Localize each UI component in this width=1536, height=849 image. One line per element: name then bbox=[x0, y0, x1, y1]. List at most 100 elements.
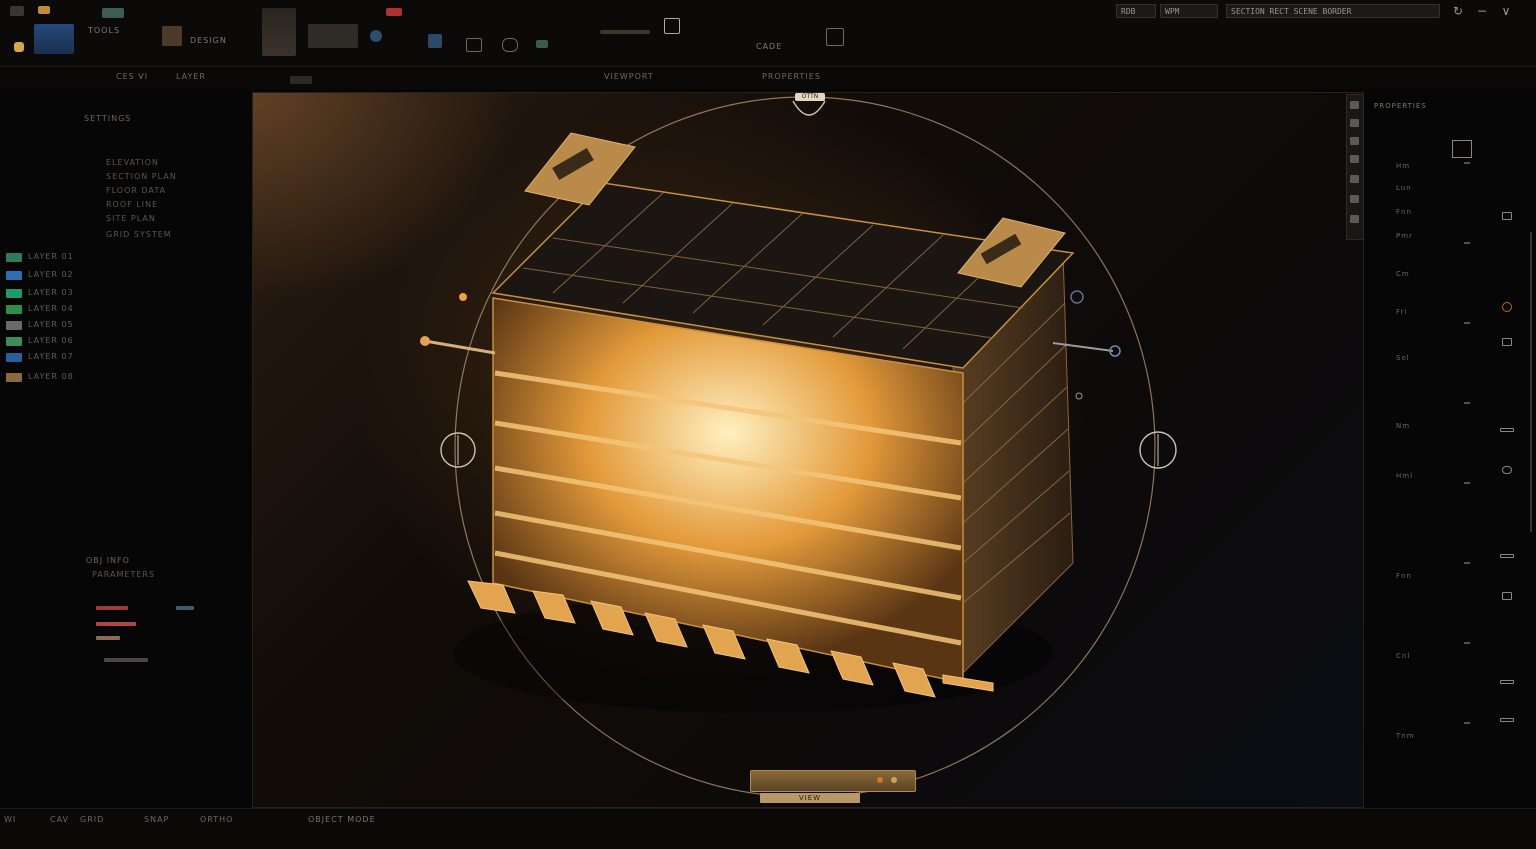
layer-swatch bbox=[6, 289, 22, 298]
tab-world[interactable] bbox=[1350, 195, 1359, 203]
tree-item-1[interactable]: ELEVATION bbox=[106, 158, 159, 167]
3d-viewport[interactable]: OTTN VIEW bbox=[252, 92, 1364, 808]
param-bar[interactable] bbox=[96, 622, 136, 626]
tab-scene[interactable] bbox=[1350, 215, 1359, 223]
design-tool-button[interactable]: DESIGN bbox=[160, 4, 252, 60]
layer-row[interactable]: LAYER 07 bbox=[0, 352, 248, 364]
building-model bbox=[420, 96, 1177, 798]
layer-row[interactable]: LAYER 03 bbox=[0, 288, 248, 300]
refresh-icon[interactable]: ↻ bbox=[1450, 4, 1466, 18]
file-tool-button[interactable] bbox=[34, 4, 76, 60]
layer-swatch bbox=[6, 321, 22, 330]
toolbar-label-tools: TOOLS bbox=[88, 26, 121, 35]
scene-search-field[interactable]: SECTION RECT SCENE BORDER bbox=[1226, 4, 1440, 18]
prop-item[interactable]: Fnn bbox=[1396, 208, 1412, 216]
minimize-icon[interactable]: − bbox=[1474, 4, 1490, 18]
prop-item[interactable]: Lun bbox=[1396, 184, 1412, 192]
param-bar[interactable] bbox=[104, 658, 148, 662]
prop-item[interactable]: Fri bbox=[1396, 308, 1407, 316]
layer-row[interactable]: LAYER 01 bbox=[0, 252, 248, 264]
layer-swatch bbox=[6, 373, 22, 382]
tab-modifier[interactable] bbox=[1350, 119, 1359, 127]
strip-label-2[interactable]: LAYER bbox=[176, 72, 206, 81]
tree-item-3[interactable]: FLOOR DATA bbox=[106, 186, 166, 195]
layer-row[interactable]: LAYER 08 bbox=[0, 372, 248, 384]
mode-field[interactable]: RDB bbox=[1116, 4, 1156, 18]
toolbar-label-cade: CADE bbox=[756, 42, 783, 51]
object-info-title: OBJ INFO bbox=[86, 556, 130, 565]
tab-material[interactable] bbox=[1350, 137, 1359, 145]
status-label-3[interactable]: GRID bbox=[80, 815, 104, 824]
strip-label-1[interactable]: CES VI bbox=[116, 72, 148, 81]
timeline-knob[interactable] bbox=[891, 777, 897, 783]
render-preview-icon bbox=[262, 8, 296, 56]
tab-light[interactable] bbox=[1350, 155, 1359, 163]
status-label-4[interactable]: SNAP bbox=[144, 815, 169, 824]
panel-scrollbar[interactable] bbox=[1530, 232, 1532, 532]
prop-item[interactable]: Cm bbox=[1396, 270, 1410, 278]
app-menu-button[interactable] bbox=[6, 4, 34, 60]
globe-icon bbox=[370, 30, 382, 42]
main-toolbar: TOOLS DESIGN CADE RDB WPM SECTION RECT S… bbox=[0, 0, 1536, 67]
tree-item-5[interactable]: SITE PLAN bbox=[106, 214, 156, 223]
tree-item-2[interactable]: SECTION PLAN bbox=[106, 172, 177, 181]
left-panel: SETTINGS ELEVATION SECTION PLAN FLOOR DA… bbox=[0, 90, 248, 808]
prop-item[interactable]: Fnn bbox=[1396, 572, 1412, 580]
secondary-toolbar: CES VI LAYER VIEWPORT PROPERTIES bbox=[0, 67, 1536, 89]
toggle-icon[interactable] bbox=[1500, 680, 1514, 684]
tab-render[interactable] bbox=[1350, 175, 1359, 183]
tree-item-4[interactable]: ROOF LINE bbox=[106, 200, 158, 209]
link-icon[interactable] bbox=[1502, 338, 1512, 346]
panel-icon[interactable] bbox=[1452, 140, 1472, 158]
layer-label: LAYER 04 bbox=[28, 304, 74, 313]
record-icon bbox=[386, 8, 402, 16]
layer-row[interactable]: LAYER 05 bbox=[0, 320, 248, 332]
prop-item[interactable]: Nm bbox=[1396, 422, 1410, 430]
status-label-5[interactable]: ORTHO bbox=[200, 815, 233, 824]
chevron-down-icon[interactable]: ∨ bbox=[1498, 4, 1514, 18]
strip-label-4[interactable]: PROPERTIES bbox=[762, 72, 821, 81]
prop-item[interactable]: Hm bbox=[1396, 162, 1410, 170]
view-tool-button[interactable] bbox=[262, 4, 412, 60]
status-label-1: WI bbox=[4, 815, 17, 824]
prop-item[interactable]: Cnl bbox=[1396, 652, 1410, 660]
status-bar: WI CAV GRID SNAP ORTHO OBJECT MODE bbox=[0, 808, 1536, 849]
edit-icon bbox=[102, 8, 124, 18]
layer-row[interactable]: LAYER 02 bbox=[0, 270, 248, 282]
eye-icon[interactable] bbox=[1502, 466, 1512, 474]
layer-swatch bbox=[6, 271, 22, 280]
unit-field[interactable]: WPM bbox=[1160, 4, 1218, 18]
keyframe-icon[interactable] bbox=[1502, 302, 1512, 312]
timeline-knob[interactable] bbox=[877, 777, 883, 783]
select-icon bbox=[466, 38, 482, 52]
layer-label: LAYER 02 bbox=[28, 270, 74, 279]
prop-item[interactable]: Pmr bbox=[1396, 232, 1413, 240]
tool-group-button[interactable] bbox=[426, 4, 556, 60]
layer-row[interactable]: LAYER 06 bbox=[0, 336, 248, 348]
prop-item[interactable]: Tnm bbox=[1396, 732, 1415, 740]
snap-icon bbox=[536, 40, 548, 48]
edit-tool-button[interactable]: TOOLS bbox=[88, 4, 158, 60]
param-bar[interactable] bbox=[96, 636, 120, 640]
thumbnail-icon bbox=[34, 24, 74, 54]
app-icon bbox=[10, 6, 24, 16]
orbit-handle-top bbox=[792, 100, 826, 116]
timeline-gizmo[interactable] bbox=[750, 770, 916, 792]
slider-handle-icon[interactable] bbox=[1500, 554, 1514, 558]
toggle-icon[interactable] bbox=[1500, 428, 1514, 432]
param-bar[interactable] bbox=[176, 606, 194, 610]
tab-object[interactable] bbox=[1350, 101, 1359, 109]
prop-item[interactable]: Hml bbox=[1396, 472, 1413, 480]
lock-icon[interactable] bbox=[1502, 212, 1512, 220]
strip-toggle[interactable] bbox=[290, 76, 312, 84]
view-cube-label[interactable]: OTTN bbox=[795, 93, 825, 101]
prop-item[interactable]: Sol bbox=[1396, 354, 1410, 362]
layout-icon bbox=[308, 24, 358, 48]
cade-tool-button[interactable]: CADE bbox=[600, 4, 860, 60]
param-bar[interactable] bbox=[96, 606, 128, 610]
pin-icon[interactable] bbox=[1502, 592, 1512, 600]
layer-row[interactable]: LAYER 04 bbox=[0, 304, 248, 316]
tree-item-6[interactable]: GRID SYSTEM bbox=[106, 230, 172, 239]
strip-label-3[interactable]: VIEWPORT bbox=[604, 72, 654, 81]
toggle-icon[interactable] bbox=[1500, 718, 1514, 722]
